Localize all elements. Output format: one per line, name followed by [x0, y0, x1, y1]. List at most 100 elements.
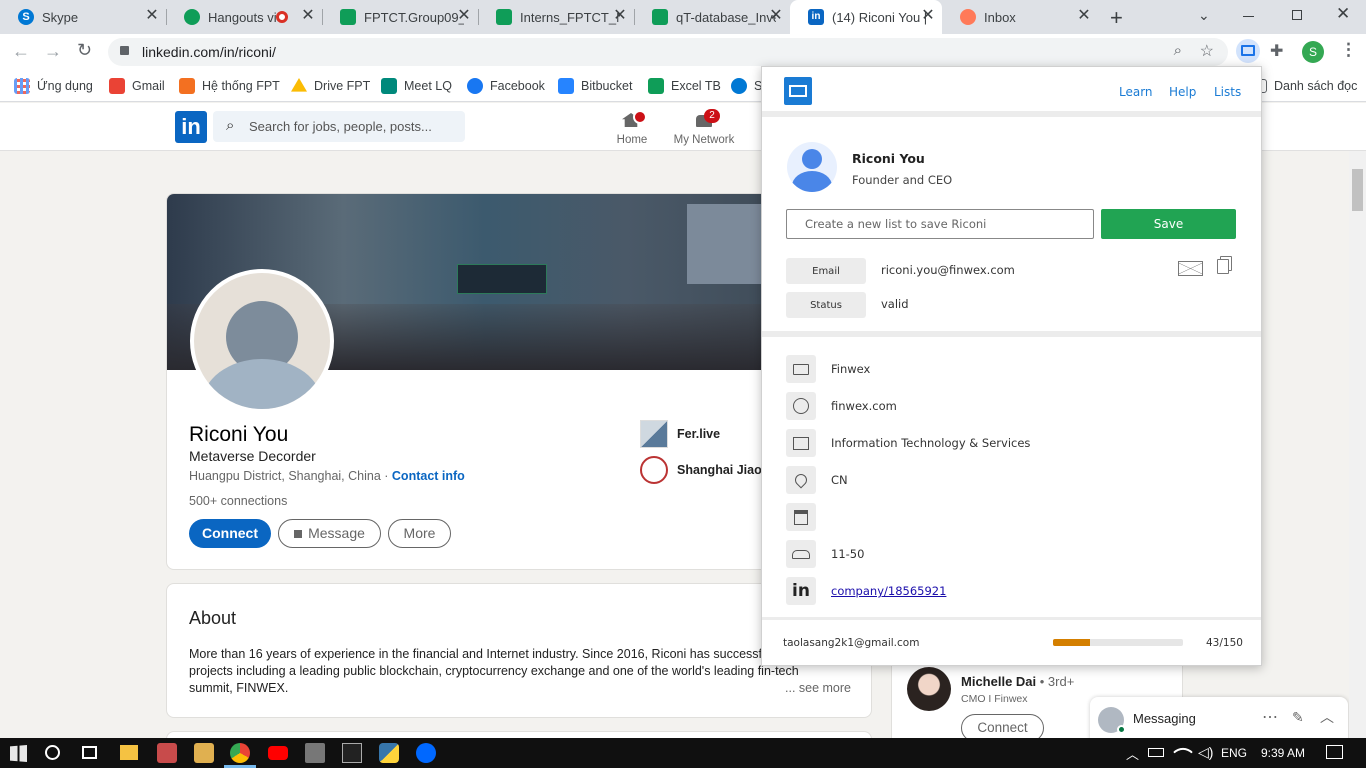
- chevron-up-icon[interactable]: ︿: [1126, 744, 1139, 763]
- messaging-bar[interactable]: Messaging ⋯ ✎ ︿: [1090, 697, 1348, 738]
- bookmark-apps[interactable]: Ứng dụng: [14, 76, 93, 96]
- search-icon: ⌕: [226, 117, 235, 134]
- wifi-icon[interactable]: [1173, 742, 1193, 762]
- lists-link[interactable]: Lists: [1214, 85, 1241, 99]
- suggested-name[interactable]: Michelle Dai • 3rd+: [961, 674, 1074, 689]
- bookmark-skype[interactable]: S: [731, 76, 762, 96]
- profile-avatar[interactable]: S: [1302, 41, 1324, 63]
- task-view-icon[interactable]: [82, 746, 97, 759]
- tab-search-icon[interactable]: ⌄: [1198, 7, 1210, 24]
- reading-list[interactable]: Danh sách đọc: [1258, 76, 1357, 96]
- windows-start-icon[interactable]: [10, 745, 27, 762]
- bookmark-drive[interactable]: Drive FPT: [291, 76, 370, 96]
- extension-logo-icon[interactable]: [784, 77, 812, 105]
- apps-grid-icon: [14, 78, 30, 94]
- forward-icon[interactable]: →: [44, 41, 62, 62]
- school-shanghai-jiao-tong[interactable]: Shanghai Jiao T: [640, 456, 773, 484]
- linkedin-search-input[interactable]: ⌕ Search for jobs, people, posts...: [213, 111, 465, 142]
- bookmark-excel[interactable]: Excel TB: [648, 76, 721, 96]
- tab-linkedin-active[interactable]: in (14) Riconi You | ✕: [790, 0, 942, 34]
- app-icon[interactable]: [305, 743, 325, 763]
- bookmark-facebook[interactable]: Facebook: [467, 76, 545, 96]
- close-window-icon[interactable]: ✕: [1336, 4, 1350, 24]
- tab-skype[interactable]: S Skype ✕: [0, 0, 167, 34]
- close-tab-icon[interactable]: ✕: [300, 8, 316, 24]
- app-icon[interactable]: [157, 743, 177, 763]
- message-button[interactable]: Message: [278, 519, 381, 548]
- python-icon[interactable]: [379, 743, 399, 763]
- tab-sheet-group09[interactable]: FPTCT.Group09_F ✕: [322, 0, 479, 34]
- nav-my-network[interactable]: 2 My Network: [672, 107, 736, 147]
- contact-info-link[interactable]: Contact info: [392, 469, 465, 483]
- linkedin-logo[interactable]: in: [175, 111, 207, 143]
- reload-icon[interactable]: ↻: [77, 40, 92, 61]
- bookmark-star-icon[interactable]: ☆: [1200, 41, 1214, 61]
- about-title: About: [189, 608, 237, 628]
- youtube-icon[interactable]: [268, 746, 288, 760]
- company-ferlive[interactable]: Fer.live: [640, 420, 720, 448]
- battery-icon[interactable]: [1148, 748, 1164, 757]
- tab-sheet-interns[interactable]: Interns_FPTCT_N ✕: [478, 0, 635, 34]
- chrome-menu-icon[interactable]: ⋮: [1340, 40, 1357, 60]
- close-tab-icon[interactable]: ✕: [144, 8, 160, 24]
- address-bar[interactable]: linkedin.com/in/riconi/ ⌕ ☆: [108, 38, 1228, 66]
- school-seal-icon: [640, 456, 668, 484]
- email-value[interactable]: riconi.you@finwex.com: [881, 263, 1015, 277]
- more-button[interactable]: More: [388, 519, 451, 548]
- zalo-icon[interactable]: [416, 743, 436, 763]
- suggested-avatar[interactable]: [907, 667, 951, 711]
- tab-inbox[interactable]: Inbox ✕: [942, 0, 1098, 34]
- close-tab-icon[interactable]: ✕: [612, 8, 628, 24]
- tab-sheet-database[interactable]: qT-database_Inve ✕: [634, 0, 790, 34]
- tab-hangouts[interactable]: Hangouts vid ✕: [166, 0, 323, 34]
- terminal-icon[interactable]: [342, 743, 362, 763]
- meet-icon: [381, 78, 397, 94]
- email-finder-extension-icon[interactable]: [1236, 39, 1260, 63]
- learn-link[interactable]: Learn: [1119, 85, 1153, 99]
- chevron-up-icon[interactable]: ︿: [1320, 707, 1334, 727]
- gmail-icon: [109, 78, 125, 94]
- bookmark-bitbucket[interactable]: Bitbucket: [558, 76, 632, 96]
- file-explorer-icon[interactable]: [120, 745, 138, 760]
- clock[interactable]: 9:39 AM: [1261, 746, 1305, 760]
- browser-toolbar: ← → ↻ linkedin.com/in/riconi/ ⌕ ☆ ✚ S ⋮: [0, 34, 1366, 70]
- section-divider: [762, 331, 1261, 337]
- page-scrollbar[interactable]: [1349, 151, 1366, 738]
- connect-button[interactable]: Connect: [189, 519, 271, 548]
- chrome-icon[interactable]: [230, 743, 250, 763]
- send-email-icon[interactable]: [1178, 261, 1203, 276]
- extensions-puzzle-icon[interactable]: ✚: [1270, 41, 1283, 61]
- nav-home[interactable]: Home: [614, 107, 650, 147]
- snipping-tool-icon[interactable]: [194, 743, 214, 763]
- bookmark-fpt[interactable]: Hệ thống FPT: [179, 76, 280, 96]
- scrollbar-thumb[interactable]: [1352, 169, 1363, 211]
- messaging-options-icon[interactable]: ⋯: [1262, 707, 1278, 727]
- compose-icon[interactable]: ✎: [1292, 709, 1304, 726]
- zoom-icon[interactable]: ⌕: [1174, 42, 1182, 59]
- new-tab-icon[interactable]: +: [1110, 5, 1123, 31]
- minimize-icon[interactable]: [1243, 16, 1254, 17]
- input-language[interactable]: ENG: [1221, 746, 1247, 760]
- company-country-row: CN: [786, 466, 848, 494]
- notifications-icon[interactable]: [1326, 745, 1343, 759]
- connections-count[interactable]: 500+ connections: [189, 494, 287, 508]
- new-list-input[interactable]: Create a new list to save Riconi: [786, 209, 1094, 239]
- volume-icon[interactable]: ◁): [1198, 744, 1213, 761]
- suggested-connect-button[interactable]: Connect: [961, 714, 1044, 738]
- back-icon[interactable]: ←: [12, 41, 30, 62]
- help-link[interactable]: Help: [1169, 85, 1196, 99]
- search-circle-icon[interactable]: [45, 745, 60, 760]
- copy-icon[interactable]: [1217, 259, 1229, 274]
- see-more-link[interactable]: ... see more: [785, 681, 851, 695]
- restore-icon[interactable]: [1292, 10, 1302, 20]
- company-logo: [640, 420, 668, 448]
- company-domain-row: finwex.com: [786, 392, 897, 420]
- close-tab-icon[interactable]: ✕: [920, 8, 936, 24]
- bookmark-gmail[interactable]: Gmail: [109, 76, 165, 96]
- save-button[interactable]: Save: [1101, 209, 1236, 239]
- company-linkedin-link[interactable]: company/18565921: [831, 584, 946, 598]
- close-tab-icon[interactable]: ✕: [456, 8, 472, 24]
- close-tab-icon[interactable]: ✕: [1076, 8, 1092, 24]
- close-tab-icon[interactable]: ✕: [768, 8, 784, 24]
- bookmark-meet[interactable]: Meet LQ: [381, 76, 452, 96]
